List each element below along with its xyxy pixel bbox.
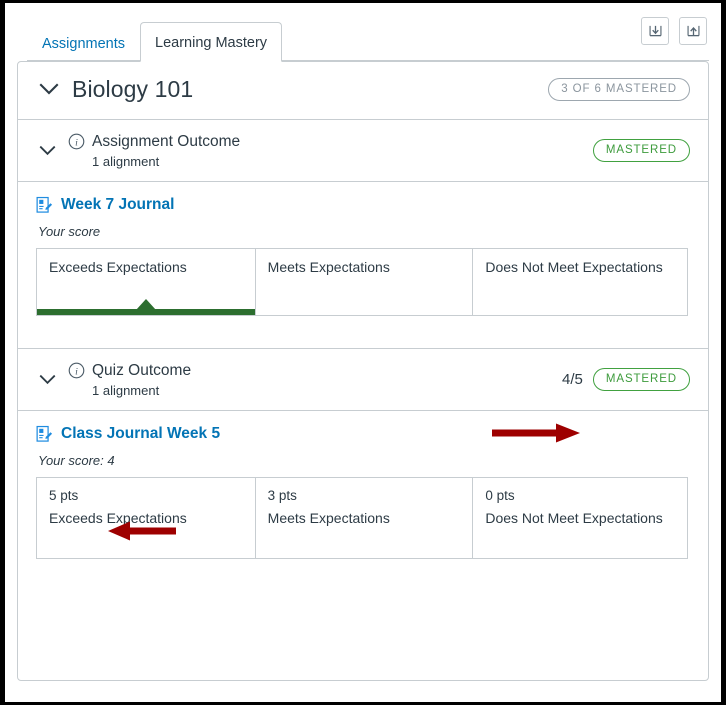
rubric-rating-label: Does Not Meet Expectations (485, 510, 663, 526)
rubric-rating-label: Meets Expectations (267, 259, 390, 275)
rubric-cell: 3 pts Meets Expectations (254, 478, 473, 558)
rubric-cell: Does Not Meet Expectations (472, 249, 687, 315)
tab-toolbar (641, 17, 707, 45)
outcome-status: 4/5 MASTERED (562, 368, 690, 391)
chevron-down-icon (39, 145, 55, 156)
info-icon[interactable]: i (68, 362, 85, 379)
score-bar (37, 299, 255, 315)
outcome-collapse-toggle[interactable] (36, 140, 58, 162)
rubric-rating-label: Exceeds Expectations (49, 510, 187, 526)
tab-assignments-label: Assignments (42, 36, 126, 52)
outcome-title: Assignment Outcome (92, 132, 241, 150)
your-score-label: Your score: 4 (38, 453, 690, 468)
screenshot-root: Assignments Learning Mastery Biology 101… (5, 3, 721, 702)
your-score-label: Your score (38, 224, 690, 239)
outcome-row: i Assignment Outcome 1 alignment MASTERE… (18, 120, 708, 182)
alignment-link[interactable]: Class Journal Week 5 (36, 425, 690, 443)
export-outcomes-button[interactable] (679, 17, 707, 45)
download-icon (649, 25, 661, 36)
import-outcomes-button[interactable] (641, 17, 669, 45)
outcome-name-row: i Assignment Outcome (68, 133, 583, 151)
rubric-table: 5 pts Exceeds Expectations 3 pts Meets E… (36, 477, 688, 559)
mastery-card: Biology 101 3 OF 6 MASTERED i Assignment… (17, 61, 709, 681)
rubric-points: 3 pts (267, 488, 297, 503)
rubric-points: 0 pts (485, 488, 515, 503)
upload-icon (687, 25, 699, 36)
rubric-cell: 5 pts Exceeds Expectations (37, 478, 255, 558)
outcome-alignment-count: 1 alignment (92, 153, 160, 169)
course-mastery-badge: 3 OF 6 MASTERED (548, 78, 690, 101)
svg-text:i: i (75, 137, 78, 148)
rubric-cell: Exceeds Expectations (37, 249, 255, 315)
outcome-status: MASTERED (583, 139, 690, 162)
svg-text:i: i (75, 366, 78, 377)
course-collapse-toggle[interactable] (36, 77, 62, 103)
outcome-info: i Assignment Outcome 1 alignment (68, 133, 583, 169)
assignment-icon (36, 196, 53, 213)
outcome-mastery-badge: MASTERED (592, 139, 690, 162)
rubric-points: 5 pts (49, 488, 79, 503)
course-title: Biology 101 (72, 76, 194, 102)
alignment-title: Week 7 Journal (61, 196, 175, 213)
tab-assignments[interactable]: Assignments (27, 24, 140, 62)
outcome-info: i Quiz Outcome 1 alignment (68, 362, 562, 398)
rubric-rating-label: Does Not Meet Expectations (485, 259, 663, 275)
rubric-cell: Meets Expectations (254, 249, 473, 315)
score-marker-triangle (135, 299, 156, 310)
your-score-text: Your score (38, 224, 101, 239)
outcome-title: Quiz Outcome (92, 361, 192, 379)
tab-bar: Assignments Learning Mastery (17, 13, 709, 62)
rubric-rating-label: Exceeds Expectations (49, 259, 187, 275)
alignment-title: Class Journal Week 5 (61, 425, 221, 442)
chevron-down-icon (39, 83, 59, 95)
rubric-table: Exceeds Expectations Meets Expectations … (36, 248, 688, 316)
outcome-name-row: i Quiz Outcome (68, 362, 562, 380)
alignment-block: Week 7 Journal Your score Exceeds Expect… (18, 182, 708, 348)
outcome-collapse-toggle[interactable] (36, 369, 58, 391)
alignment-block: Class Journal Week 5 Your score: 4 5 pts… (18, 411, 708, 559)
outcome-row: i Quiz Outcome 1 alignment 4/5 MASTERED (18, 349, 708, 411)
outcome-alignment-count: 1 alignment (92, 382, 160, 398)
info-icon[interactable]: i (68, 133, 85, 150)
rubric-cell: 0 pts Does Not Meet Expectations (472, 478, 687, 558)
chevron-down-icon (39, 374, 55, 385)
rubric-rating-label: Meets Expectations (267, 510, 390, 526)
outcome-score: 4/5 (562, 371, 583, 388)
tab-list: Assignments Learning Mastery (27, 19, 283, 62)
tab-learning-mastery[interactable]: Learning Mastery (140, 22, 283, 62)
tab-learning-mastery-label: Learning Mastery (155, 35, 268, 51)
assignment-icon (36, 425, 53, 442)
outcome-mastery-badge: MASTERED (592, 368, 690, 391)
your-score-text: Your score: 4 (38, 453, 115, 468)
alignment-link[interactable]: Week 7 Journal (36, 196, 690, 214)
course-header: Biology 101 3 OF 6 MASTERED (18, 62, 708, 120)
